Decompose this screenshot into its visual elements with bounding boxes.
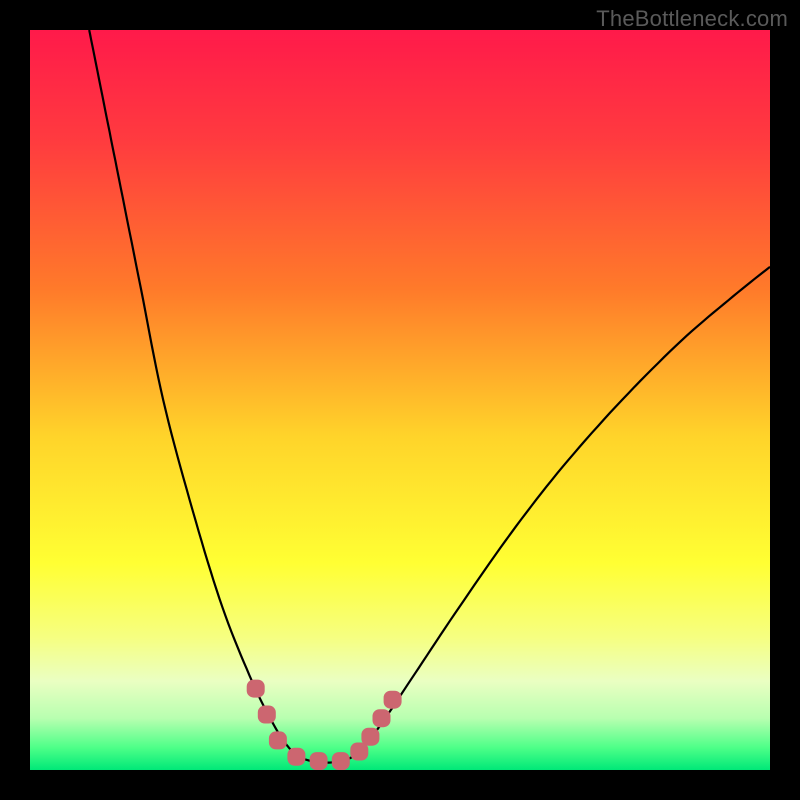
curve-marker [332, 752, 350, 770]
gradient-background [30, 30, 770, 770]
curve-marker [384, 691, 402, 709]
curve-marker [287, 748, 305, 766]
curve-marker [310, 752, 328, 770]
curve-marker [373, 709, 391, 727]
curve-marker [269, 731, 287, 749]
bottleneck-chart [30, 30, 770, 770]
plot-area [30, 30, 770, 770]
curve-marker [258, 706, 276, 724]
curve-marker [361, 728, 379, 746]
curve-marker [247, 680, 265, 698]
watermark-text: TheBottleneck.com [596, 6, 788, 32]
chart-frame: TheBottleneck.com [0, 0, 800, 800]
curve-marker [350, 743, 368, 761]
